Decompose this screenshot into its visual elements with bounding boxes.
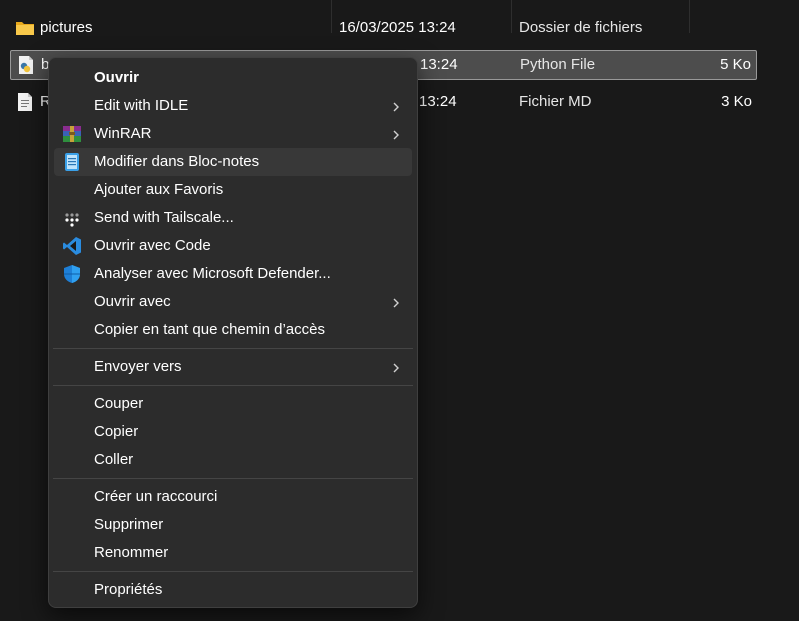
menu-item-label: Créer un raccourci bbox=[94, 488, 218, 505]
menu-item-create-shortcut[interactable]: Créer un raccourci bbox=[54, 483, 412, 511]
menu-item-label: Copier bbox=[94, 423, 139, 440]
file-date: 16/03/2025 13:24 bbox=[339, 19, 456, 36]
menu-item-label: Propriétés bbox=[94, 581, 163, 598]
menu-separator bbox=[53, 571, 413, 572]
text-file-icon bbox=[15, 92, 35, 112]
menu-separator bbox=[53, 385, 413, 386]
menu-item-label: Renommer bbox=[94, 544, 169, 561]
chevron-right-icon bbox=[390, 361, 402, 373]
menu-item-winrar[interactable]: WinRAR bbox=[54, 120, 412, 148]
menu-item-label: Modifier dans Bloc-notes bbox=[94, 153, 260, 170]
menu-item-label: Supprimer bbox=[94, 516, 164, 533]
file-explorer: pictures 16/03/2025 13:24 Dossier de fic… bbox=[0, 0, 799, 621]
menu-item-edit-in-notepad[interactable]: Modifier dans Bloc-notes bbox=[54, 148, 412, 176]
file-name: pictures bbox=[40, 19, 93, 36]
vscode-icon bbox=[62, 236, 82, 256]
file-size: 5 Ko bbox=[720, 56, 751, 73]
python-file-icon bbox=[16, 55, 36, 75]
menu-item-open[interactable]: Ouvrir bbox=[54, 64, 412, 92]
menu-item-paste[interactable]: Coller bbox=[54, 446, 412, 474]
chevron-right-icon bbox=[390, 296, 402, 308]
menu-item-label: Coller bbox=[94, 451, 134, 468]
menu-item-open-with[interactable]: Ouvrir avec bbox=[54, 288, 412, 316]
notepad-icon bbox=[62, 152, 82, 172]
file-type: Dossier de fichiers bbox=[519, 19, 643, 36]
menu-item-open-with-code[interactable]: Ouvrir avec Code bbox=[54, 232, 412, 260]
menu-separator bbox=[53, 348, 413, 349]
folder-icon bbox=[15, 18, 35, 38]
menu-item-label: Ouvrir avec Code bbox=[94, 237, 211, 254]
file-row-pictures[interactable]: pictures 16/03/2025 13:24 Dossier de fic… bbox=[10, 14, 757, 42]
menu-item-delete[interactable]: Supprimer bbox=[54, 511, 412, 539]
defender-shield-icon bbox=[62, 264, 82, 284]
file-size: 3 Ko bbox=[721, 93, 752, 110]
menu-item-label: Edit with IDLE bbox=[94, 97, 189, 114]
menu-item-add-favorites[interactable]: Ajouter aux Favoris bbox=[54, 176, 412, 204]
menu-item-label: WinRAR bbox=[94, 125, 152, 142]
chevron-right-icon bbox=[390, 100, 402, 112]
menu-item-label: Envoyer vers bbox=[94, 358, 182, 375]
menu-item-send-to[interactable]: Envoyer vers bbox=[54, 353, 412, 381]
file-date: 13:24 bbox=[420, 56, 458, 73]
context-menu: Ouvrir Edit with IDLE WinRAR Modifier da… bbox=[48, 57, 418, 608]
file-type: Python File bbox=[520, 56, 596, 73]
menu-item-properties[interactable]: Propriétés bbox=[54, 576, 412, 604]
menu-item-edit-with-idle[interactable]: Edit with IDLE bbox=[54, 92, 412, 120]
menu-item-label: Ajouter aux Favoris bbox=[94, 181, 224, 198]
chevron-right-icon bbox=[390, 128, 402, 140]
menu-item-send-with-tailscale[interactable]: Send with Tailscale... bbox=[54, 204, 412, 232]
menu-item-label: Ouvrir bbox=[94, 69, 140, 86]
menu-item-rename[interactable]: Renommer bbox=[54, 539, 412, 567]
menu-item-label: Couper bbox=[94, 395, 144, 412]
menu-item-copy[interactable]: Copier bbox=[54, 418, 412, 446]
file-type: Fichier MD bbox=[519, 93, 592, 110]
menu-item-copy-as-path[interactable]: Copier en tant que chemin d’accès bbox=[54, 316, 412, 344]
menu-item-label: Analyser avec Microsoft Defender... bbox=[94, 265, 331, 282]
winrar-icon bbox=[62, 124, 82, 144]
menu-item-label: Copier en tant que chemin d’accès bbox=[94, 321, 325, 338]
menu-item-label: Ouvrir avec bbox=[94, 293, 171, 310]
file-date: 13:24 bbox=[419, 93, 457, 110]
tailscale-icon bbox=[62, 208, 82, 228]
menu-item-label: Send with Tailscale... bbox=[94, 209, 234, 226]
menu-item-cut[interactable]: Couper bbox=[54, 390, 412, 418]
menu-item-defender-scan[interactable]: Analyser avec Microsoft Defender... bbox=[54, 260, 412, 288]
menu-separator bbox=[53, 478, 413, 479]
